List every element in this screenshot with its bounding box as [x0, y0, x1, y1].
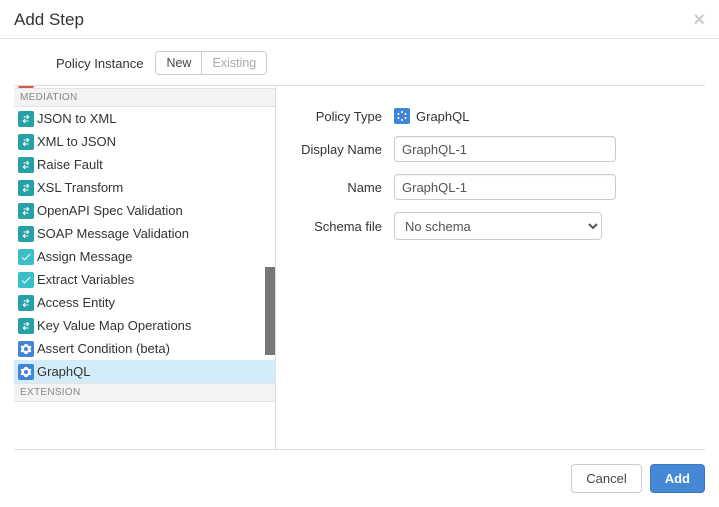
sidebar-item-label: OpenAPI Spec Validation: [37, 202, 183, 219]
scrollbar-thumb[interactable]: [265, 267, 275, 355]
sidebar-item-label: XSL Transform: [37, 179, 123, 196]
display-name-input[interactable]: [394, 136, 616, 162]
close-icon[interactable]: ×: [693, 10, 705, 30]
policy-form: Policy Type GraphQL Display Name Name: [276, 86, 705, 449]
gear-icon: [18, 341, 34, 357]
sidebar-item-extract-variables[interactable]: Extract Variables: [14, 268, 275, 291]
sidebar-item-json-to-xml[interactable]: JSON to XML: [14, 107, 275, 130]
dialog-title: Add Step: [14, 10, 84, 30]
sidebar-item-label: Key Value Map Operations: [37, 317, 191, 334]
swap-icon: [18, 180, 34, 196]
add-step-dialog: Add Step × Policy Instance New Existing …: [0, 0, 719, 507]
swap-icon: [18, 226, 34, 242]
dialog-body: MEDIATION JSON to XML XML to JSON Raise Fau…: [14, 85, 705, 450]
swap-icon: [18, 203, 34, 219]
schema-file-label: Schema file: [294, 219, 394, 234]
sidebar-item-raise-fault[interactable]: Raise Fault: [14, 153, 275, 176]
swap-icon: [18, 318, 34, 334]
sidebar-item-label: Extract Variables: [37, 271, 134, 288]
sidebar-item-soap-message-validation[interactable]: SOAP Message Validation: [14, 222, 275, 245]
sidebar-item-assert-condition-beta[interactable]: Assert Condition (beta): [14, 337, 275, 360]
sidebar-item-label: GraphQL: [37, 363, 90, 380]
policy-instance-existing-button[interactable]: Existing: [201, 52, 266, 74]
swap-icon: [18, 157, 34, 173]
sidebar-item-label: Assert Condition (beta): [37, 340, 170, 357]
sidebar-item-label: Access Entity: [37, 294, 115, 311]
swap-icon: [18, 111, 34, 127]
graphql-icon: [394, 108, 410, 124]
dialog-footer: Cancel Add: [0, 450, 719, 507]
gear-icon: [18, 364, 34, 380]
name-input[interactable]: [394, 174, 616, 200]
sidebar-item-key-value-map-operations[interactable]: Key Value Map Operations: [14, 314, 275, 337]
policy-instance-label: Policy Instance: [56, 56, 143, 71]
sidebar-item-label: SOAP Message Validation: [37, 225, 189, 242]
add-button[interactable]: Add: [650, 464, 705, 493]
sidebar-item-assign-message[interactable]: Assign Message: [14, 245, 275, 268]
policy-instance-new-button[interactable]: New: [156, 52, 201, 74]
policy-instance-toggle: New Existing: [155, 51, 267, 75]
name-label: Name: [294, 180, 394, 195]
cancel-button[interactable]: Cancel: [571, 464, 641, 493]
sidebar-item-graphql[interactable]: GraphQL: [14, 360, 275, 383]
policy-type-value: GraphQL: [416, 109, 469, 124]
swap-icon: [18, 295, 34, 311]
check-icon: [18, 272, 34, 288]
sidebar-item-label: XML to JSON: [37, 133, 116, 150]
policy-type-label: Policy Type: [294, 109, 394, 124]
sidebar-item-label: JSON to XML: [37, 110, 116, 127]
sidebar-item-openapi-spec-validation[interactable]: OpenAPI Spec Validation: [14, 199, 275, 222]
schema-file-select[interactable]: No schema: [394, 212, 602, 240]
policy-icon: [18, 86, 34, 88]
sidebar-item-label: Assign Message: [37, 248, 132, 265]
swap-icon: [18, 134, 34, 150]
check-icon: [18, 249, 34, 265]
sidebar-item-xsl-transform[interactable]: XSL Transform: [14, 176, 275, 199]
sidebar-item-access-entity[interactable]: Access Entity: [14, 291, 275, 314]
sidebar-group-header: MEDIATION: [14, 88, 275, 107]
display-name-label: Display Name: [294, 142, 394, 157]
sidebar-item-xml-to-json[interactable]: XML to JSON: [14, 130, 275, 153]
policy-list-sidebar: MEDIATION JSON to XML XML to JSON Raise Fau…: [14, 86, 276, 449]
policy-instance-toolbar: Policy Instance New Existing: [0, 39, 719, 85]
sidebar-group-header: EXTENSION: [14, 383, 275, 402]
dialog-header: Add Step ×: [0, 0, 719, 38]
sidebar-item-label: Raise Fault: [37, 156, 103, 173]
